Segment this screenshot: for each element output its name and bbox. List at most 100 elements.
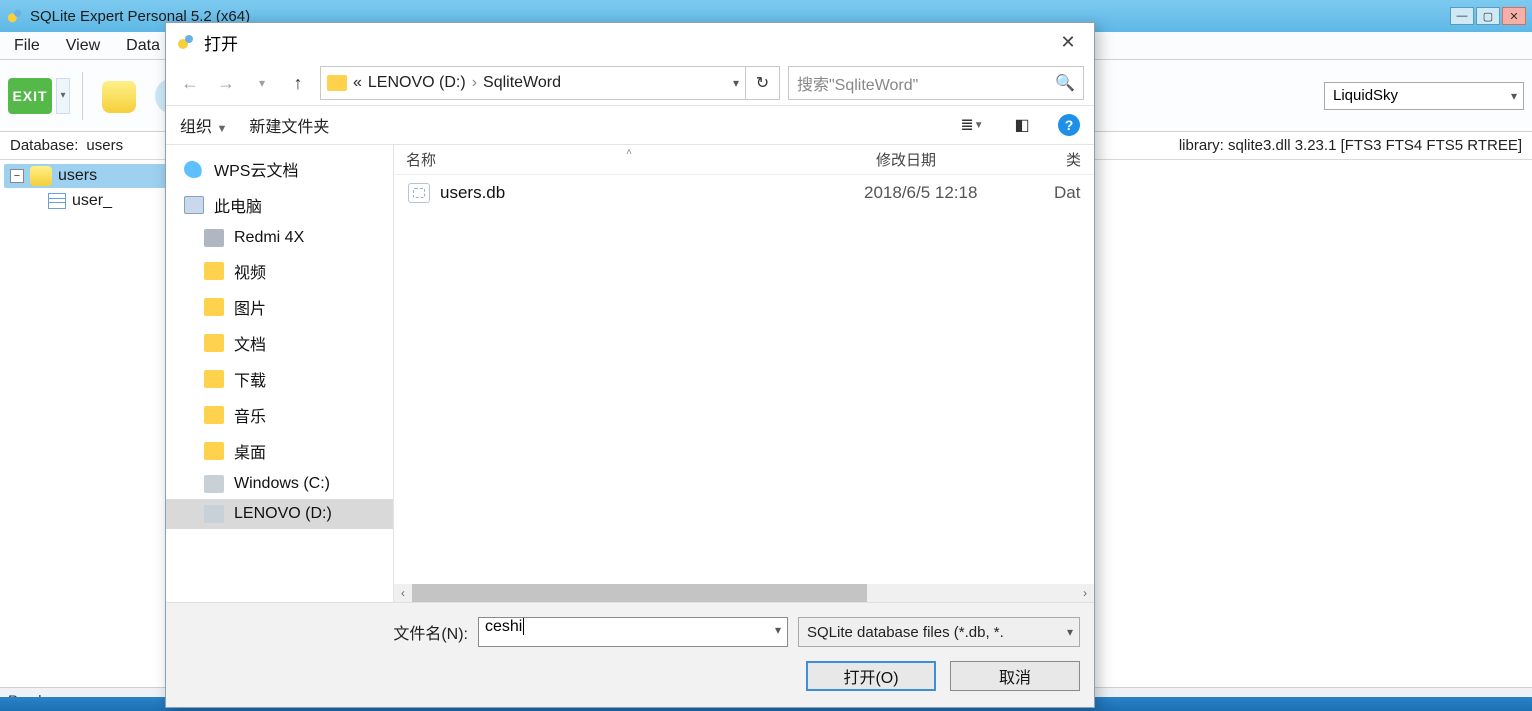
- place-label: 桌面: [234, 439, 266, 463]
- dialog-toolbar: 组织 ▼ 新建文件夹 ≣ ▼ ◧ ?: [166, 105, 1094, 145]
- close-button[interactable]: ✕: [1502, 7, 1526, 25]
- place-label: LENOVO (D:): [234, 505, 332, 523]
- place-item-0[interactable]: WPS云文档: [166, 151, 393, 187]
- breadcrumb-prefix: «: [353, 74, 362, 92]
- music-icon: [204, 406, 224, 424]
- refresh-button[interactable]: ↻: [746, 66, 780, 100]
- dialog-close-button[interactable]: ✕: [1052, 28, 1084, 56]
- profile-combo-value: LiquidSky: [1333, 87, 1398, 104]
- column-type[interactable]: 类: [1054, 149, 1094, 170]
- scrollbar-thumb[interactable]: [412, 584, 867, 602]
- file-type: Dat: [1054, 183, 1094, 203]
- preview-pane-button[interactable]: ◧: [1008, 113, 1036, 137]
- dialog-app-icon: [176, 32, 196, 52]
- file-row[interactable]: users.db2018/6/5 12:18Dat: [394, 175, 1094, 211]
- place-item-4[interactable]: 图片: [166, 289, 393, 325]
- place-item-7[interactable]: 音乐: [166, 397, 393, 433]
- open-dialog: 打开 ✕ ← → ▾ ↑ « LENOVO (D:) › SqliteWord …: [165, 22, 1095, 708]
- tree-collapse-icon[interactable]: −: [10, 169, 24, 183]
- place-item-2[interactable]: Redmi 4X: [166, 223, 393, 253]
- organize-button[interactable]: 组织 ▼: [180, 113, 227, 137]
- phone-icon: [204, 229, 224, 247]
- horizontal-scrollbar[interactable]: ‹ ›: [394, 584, 1094, 602]
- folder-icon: [204, 370, 224, 388]
- nav-forward-button[interactable]: →: [212, 69, 240, 97]
- place-label: Redmi 4X: [234, 229, 304, 247]
- place-label: 此电脑: [214, 193, 262, 217]
- place-label: WPS云文档: [214, 157, 298, 181]
- exit-button[interactable]: EXIT: [8, 78, 52, 114]
- sort-asc-icon: ˄: [626, 147, 632, 158]
- place-label: 文档: [234, 331, 266, 355]
- breadcrumb-drive[interactable]: LENOVO (D:): [368, 74, 466, 92]
- dialog-nav: ← → ▾ ↑ « LENOVO (D:) › SqliteWord ▾ ↻ 搜…: [166, 61, 1094, 105]
- file-type-value: SQLite database files (*.db, *.: [807, 624, 1004, 641]
- dialog-help-button[interactable]: ?: [1058, 114, 1080, 136]
- scroll-left-icon[interactable]: ‹: [394, 586, 412, 600]
- breadcrumb-folder[interactable]: SqliteWord: [483, 74, 561, 92]
- nav-up-button[interactable]: ↑: [284, 69, 312, 97]
- filename-input[interactable]: ceshi: [478, 617, 788, 647]
- filename-value: ceshi: [485, 618, 522, 635]
- place-label: Windows (C:): [234, 475, 330, 493]
- app-icon: [6, 7, 24, 25]
- place-label: 图片: [234, 295, 266, 319]
- file-date: 2018/6/5 12:18: [864, 183, 1054, 203]
- minimize-button[interactable]: —: [1450, 7, 1474, 25]
- place-item-9[interactable]: Windows (C:): [166, 469, 393, 499]
- column-name[interactable]: ˄ 名称: [394, 149, 864, 170]
- toolbar-separator: [82, 72, 83, 120]
- place-label: 视频: [234, 259, 266, 283]
- folder-icon: [327, 75, 347, 91]
- place-item-10[interactable]: LENOVO (D:): [166, 499, 393, 529]
- scroll-right-icon[interactable]: ›: [1076, 586, 1094, 600]
- search-placeholder: 搜索"SqliteWord": [797, 71, 918, 95]
- place-label: 音乐: [234, 403, 266, 427]
- dialog-bottom: 文件名(N): ceshi SQLite database files (*.d…: [166, 602, 1094, 707]
- tree-table-label: user_: [72, 192, 112, 210]
- address-dropdown-icon[interactable]: ▾: [733, 76, 739, 90]
- view-mode-button[interactable]: ≣ ▼: [958, 113, 986, 137]
- places-pane: WPS云文档此电脑 Redmi 4X 视频图片文档下载音乐桌面 Windows (C:…: [166, 145, 394, 602]
- library-info: library: sqlite3.dll 3.23.1 [FTS3 FTS4 F…: [1179, 137, 1522, 154]
- filename-label: 文件名(N):: [393, 620, 468, 644]
- open-button[interactable]: 打开(O): [806, 661, 936, 691]
- menu-data[interactable]: Data: [120, 35, 166, 57]
- file-name: users.db: [440, 183, 864, 203]
- menu-view[interactable]: View: [60, 35, 106, 57]
- cancel-button[interactable]: 取消: [950, 661, 1080, 691]
- column-date[interactable]: 修改日期: [864, 149, 1054, 170]
- new-folder-button[interactable]: 新建文件夹: [249, 113, 329, 137]
- search-box[interactable]: 搜索"SqliteWord" 🔍: [788, 66, 1084, 100]
- exit-dropdown[interactable]: ▾: [56, 78, 70, 114]
- file-list-area: ˄ 名称 修改日期 类 users.db2018/6/5 12:18Dat ‹ …: [394, 145, 1094, 602]
- database-icon: [30, 166, 52, 186]
- nav-back-button[interactable]: ←: [176, 69, 204, 97]
- profile-combo[interactable]: LiquidSky: [1324, 82, 1524, 110]
- search-icon: 🔍: [1055, 73, 1075, 93]
- db-file-icon: [408, 183, 430, 203]
- place-label: 下载: [234, 367, 266, 391]
- folder-icon: [204, 262, 224, 280]
- cloud-icon: [184, 160, 204, 178]
- folder-icon: [204, 334, 224, 352]
- nav-history-dropdown[interactable]: ▾: [248, 69, 276, 97]
- folder-icon: [204, 442, 224, 460]
- place-item-3[interactable]: 视频: [166, 253, 393, 289]
- database-button-1[interactable]: [95, 72, 143, 120]
- place-item-8[interactable]: 桌面: [166, 433, 393, 469]
- tree-db-label: users: [58, 167, 97, 185]
- place-item-1[interactable]: 此电脑: [166, 187, 393, 223]
- menu-file[interactable]: File: [8, 35, 46, 57]
- file-type-filter[interactable]: SQLite database files (*.db, *.: [798, 617, 1080, 647]
- dialog-titlebar: 打开 ✕: [166, 23, 1094, 61]
- folder-icon: [204, 298, 224, 316]
- place-item-5[interactable]: 文档: [166, 325, 393, 361]
- address-bar[interactable]: « LENOVO (D:) › SqliteWord ▾: [320, 66, 746, 100]
- drive-icon: [204, 475, 224, 493]
- dialog-title: 打开: [204, 30, 238, 55]
- place-item-6[interactable]: 下载: [166, 361, 393, 397]
- file-list-header: ˄ 名称 修改日期 类: [394, 145, 1094, 175]
- table-icon: [48, 193, 66, 209]
- maximize-button[interactable]: ▢: [1476, 7, 1500, 25]
